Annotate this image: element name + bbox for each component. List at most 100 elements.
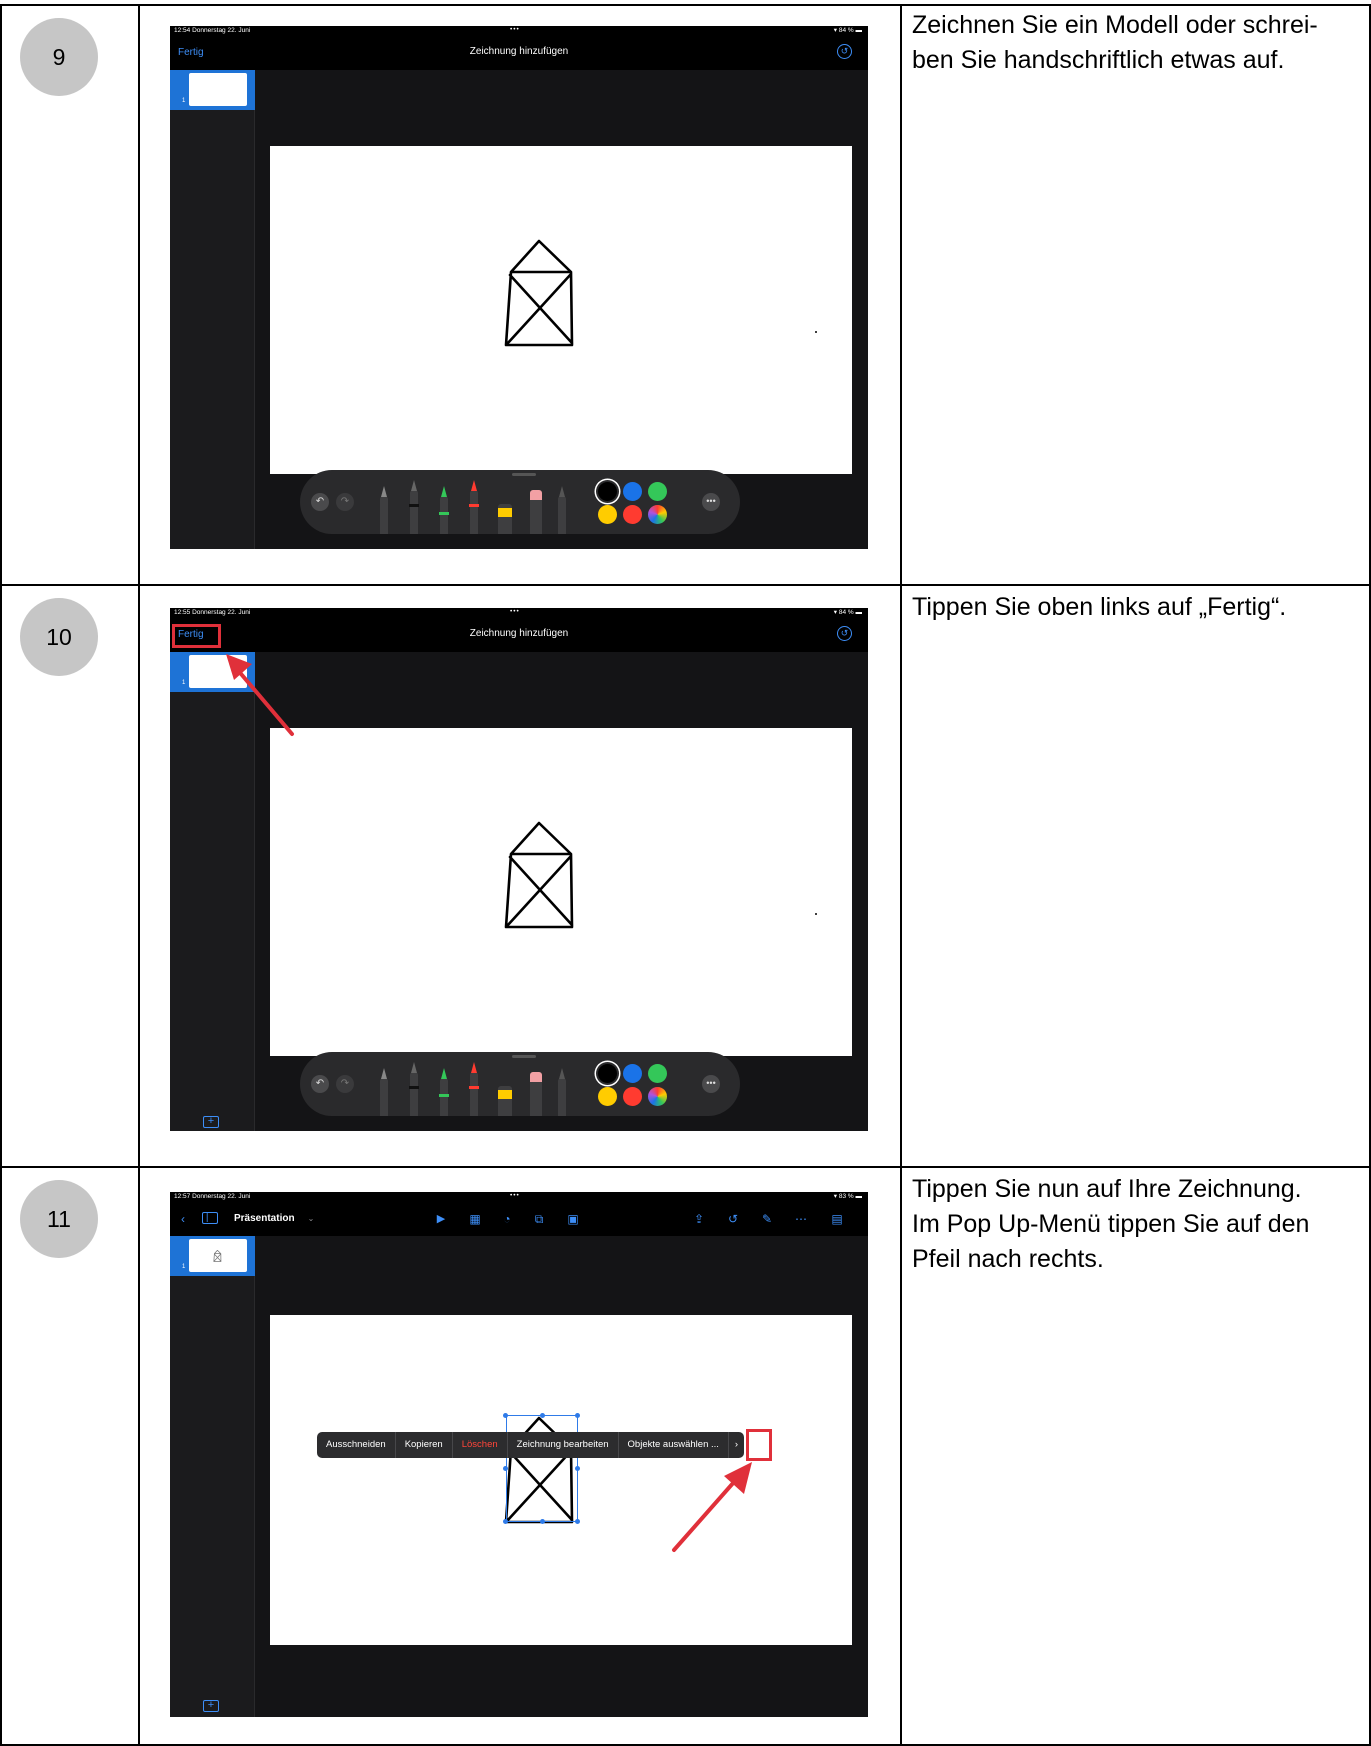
battery-level: 84 % [838,27,854,34]
menu-more-arrow[interactable]: › [729,1432,744,1458]
status-battery: ▾ 83 % ▬ [833,1193,862,1200]
markup-toolbar: ↶ ↷ ••• [300,470,740,534]
pen-icon[interactable] [380,486,388,534]
nav-title: Zeichnung hinzufügen [469,46,569,57]
description-line: Tippen Sie oben links auf „Fertig“. [912,593,1287,621]
table-icon[interactable]: ▦ [468,1212,482,1226]
highlighter-icon[interactable] [498,504,512,534]
color-yellow[interactable] [598,1087,617,1106]
color-picker-icon[interactable] [648,505,667,524]
shape-icon[interactable]: ⧉ [532,1212,546,1226]
more-icon[interactable]: ••• [702,493,720,511]
slide-navigator: 1 + [170,1236,255,1717]
more-icon[interactable]: ••• [702,1075,720,1093]
ipad-screenshot-drawing: 12:54 Donnerstag 22. Juni ••• ▾ 84 % ▬ F… [170,26,868,549]
color-black[interactable] [598,482,617,501]
color-yellow[interactable] [598,505,617,524]
more-icon[interactable]: ⋯ [794,1212,808,1226]
stray-dot [815,331,817,333]
slide-number: 1 [182,1264,186,1270]
menu-item-delete[interactable]: Löschen [453,1432,508,1458]
marker-icon[interactable] [439,1068,449,1116]
slide-thumbnail-selected[interactable]: 1 [170,70,255,110]
undo-icon[interactable]: ↶ [311,1075,329,1093]
format-icon[interactable]: ✎ [760,1212,774,1226]
chart-icon[interactable]: ◔ [500,1212,514,1226]
slide-thumbnail [189,73,247,106]
add-slide-icon[interactable]: + [203,1116,219,1128]
pen-icon[interactable] [380,1068,388,1116]
monoline-icon[interactable] [409,480,419,534]
multitask-dots: ••• [510,26,520,33]
history-icon[interactable]: ↺ [837,44,852,59]
menu-item-edit-drawing[interactable]: Zeichnung bearbeiten [508,1432,619,1458]
slide-number: 1 [182,680,186,686]
table-border-left [0,4,2,1746]
selection-handle[interactable] [540,1413,545,1418]
color-picker-icon[interactable] [648,1087,667,1106]
color-red[interactable] [623,505,642,524]
selection-handle[interactable] [575,1466,580,1471]
house-drawing [504,239,574,347]
step-description: Tippen Sie nun auf Ihre Zeichnung. Im Po… [912,1172,1357,1277]
status-bar: 12:57 Donnerstag 22. Juni ••• ▾ 83 % ▬ [170,1192,868,1202]
selection-handle[interactable] [503,1466,508,1471]
slide-thumbnail [189,1239,247,1272]
chevron-down-icon[interactable]: ⌄ [304,1212,318,1226]
marker-icon[interactable] [439,486,449,534]
selection-handle[interactable] [503,1519,508,1524]
color-red[interactable] [623,1087,642,1106]
column-divider-2 [900,4,902,1746]
step-description: Tippen Sie oben links auf „Fertig“. [912,590,1357,625]
slide-canvas[interactable] [270,1315,852,1645]
selection-handle[interactable] [575,1413,580,1418]
pencil-icon[interactable] [558,1068,566,1116]
redo-icon[interactable]: ↷ [336,1075,354,1093]
eraser-icon[interactable] [530,490,542,534]
redo-icon[interactable]: ↷ [336,493,354,511]
color-green[interactable] [648,1064,667,1083]
menu-item-copy[interactable]: Kopieren [396,1432,453,1458]
play-icon[interactable]: ▶ [434,1212,448,1226]
sidebar-icon[interactable]: ▏ [202,1212,218,1224]
selection-handle[interactable] [575,1519,580,1524]
selection-handle[interactable] [540,1519,545,1524]
document-title[interactable]: Präsentation [234,1213,295,1224]
table-border-top [0,4,1371,6]
document-icon[interactable]: ▤ [830,1212,844,1226]
ipad-screenshot-done: 12:55 Donnerstag 22. Juni ••• ▾ 84 % ▬ F… [170,608,868,1131]
add-slide-icon[interactable]: + [203,1700,219,1712]
history-icon[interactable]: ↺ [837,626,852,641]
thumbnail-house-drawing [213,1250,222,1262]
ipad-screenshot-popup: 12:57 Donnerstag 22. Juni ••• ▾ 83 % ▬ ‹… [170,1192,868,1717]
navigation-bar: Fertig Zeichnung hinzufügen ↺ [170,36,868,70]
description-line: ben Sie handschriftlich etwas auf. [912,46,1285,74]
nav-title: Zeichnung hinzufügen [469,628,569,639]
menu-item-select-objects[interactable]: Objekte auswählen ... [619,1432,729,1458]
keynote-toolbar: ‹ ▏ Präsentation ⌄ ▶ ▦ ◔ ⧉ ▣ ⇪ ↺ ✎ ⋯ ▤ [170,1202,868,1236]
menu-item-cut[interactable]: Ausschneiden [317,1432,396,1458]
undo-icon[interactable]: ↶ [311,493,329,511]
toolbar-grip[interactable] [512,473,536,476]
pencil-icon[interactable] [558,486,566,534]
color-black[interactable] [598,1064,617,1083]
status-battery: ▾ 84 % ▬ [833,609,862,616]
selection-handle[interactable] [503,1413,508,1418]
eraser-icon[interactable] [530,1072,542,1116]
toolbar-grip[interactable] [512,1055,536,1058]
highlighter-icon[interactable] [498,1086,512,1116]
drawing-canvas[interactable] [270,728,852,1056]
color-blue[interactable] [623,1064,642,1083]
slide-thumbnail-selected[interactable]: 1 [170,1236,255,1276]
share-icon[interactable]: ⇪ [692,1212,706,1226]
history-icon[interactable]: ↺ [726,1212,740,1226]
back-icon[interactable]: ‹ [176,1212,190,1226]
media-icon[interactable]: ▣ [566,1212,580,1226]
fountain-pen-icon[interactable] [469,480,479,534]
fountain-pen-icon[interactable] [469,1062,479,1116]
color-green[interactable] [648,482,667,501]
drawing-canvas[interactable] [270,146,852,474]
color-blue[interactable] [623,482,642,501]
monoline-icon[interactable] [409,1062,419,1116]
description-line: Zeichnen Sie ein Modell oder schrei- [912,11,1318,39]
